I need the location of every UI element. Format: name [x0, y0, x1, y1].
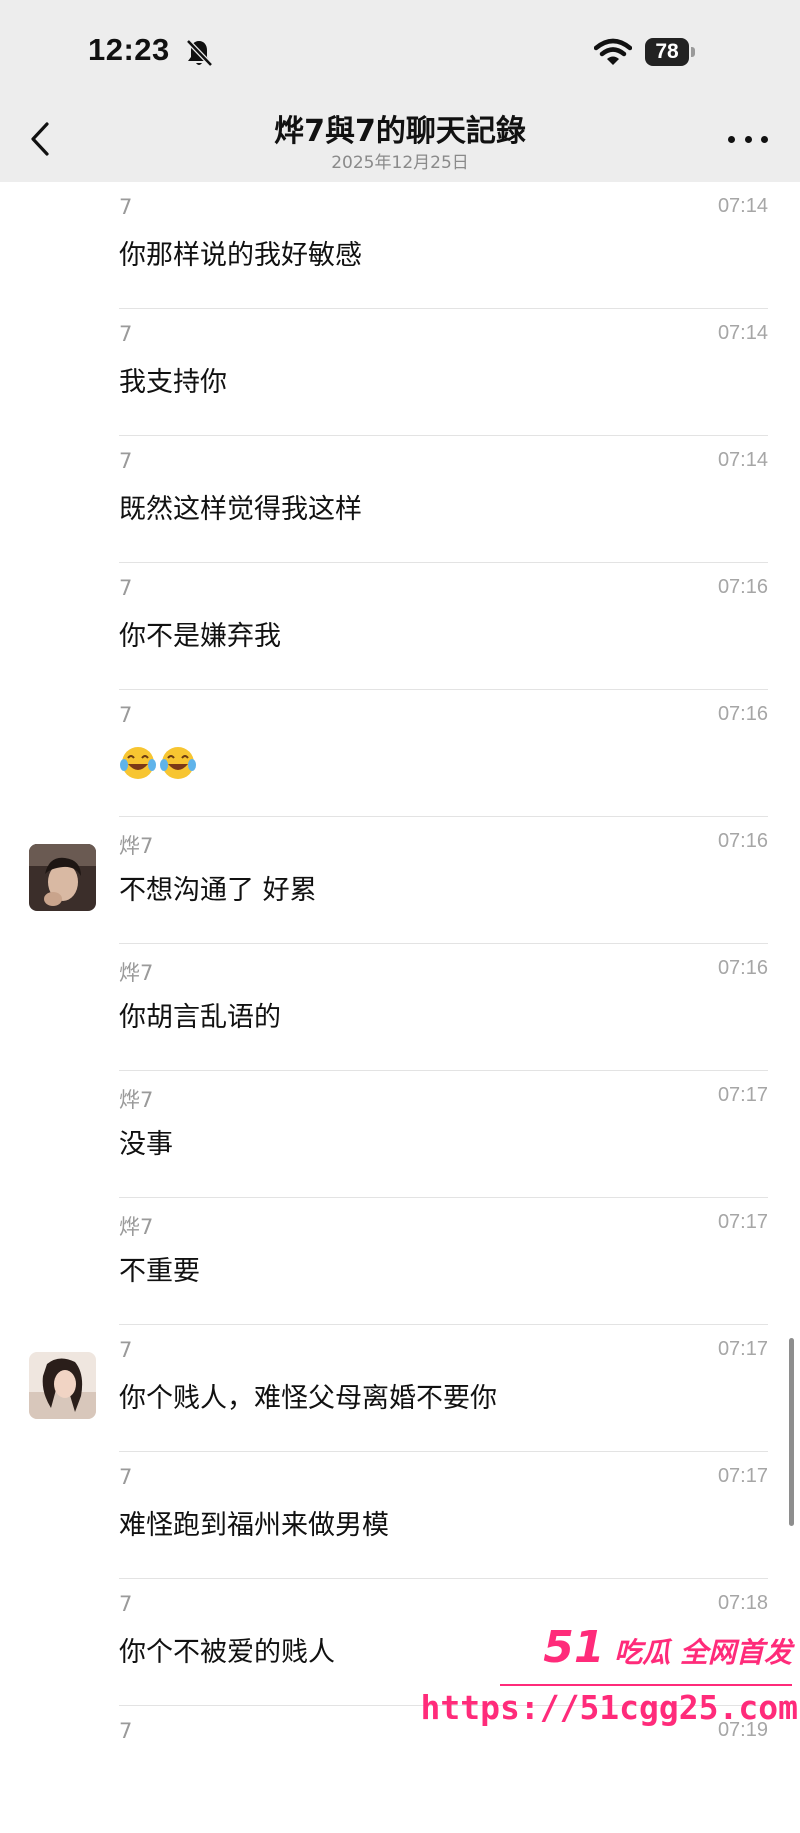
tears-of-joy-emoji — [160, 747, 196, 779]
list-item[interactable]: 7 07:14 我支持你 — [0, 309, 800, 436]
message-text: 既然这样觉得我这样 — [119, 494, 362, 525]
avatar[interactable] — [29, 844, 96, 911]
message-text: 你个贱人，难怪父母离婚不要你 — [119, 1383, 497, 1414]
message-time: 07:14 — [717, 322, 768, 344]
watermark-url: https://51cgg25.com — [420, 1688, 799, 1727]
status-time: 12:23 — [88, 32, 170, 67]
chat-date: 2025年12月25日 — [331, 153, 469, 173]
message-time: 07:16 — [717, 830, 768, 852]
watermark-number: 51 — [543, 1622, 605, 1673]
watermark: 51 吃瓜 全网首发 https://51cgg25.com — [421, 1622, 800, 1735]
more-dot — [728, 135, 735, 143]
watermark-brand: 51 吃瓜 全网首发 — [543, 1622, 792, 1673]
sender-name: 7 — [119, 1338, 133, 1362]
message-time: 07:17 — [717, 1211, 768, 1233]
status-bar: 12:23 78 — [0, 0, 800, 96]
sender-name: 烨7 — [119, 1088, 154, 1112]
watermark-slogan: 吃瓜 全网首发 — [614, 1636, 792, 1669]
message-time: 07:18 — [717, 1592, 768, 1614]
list-item[interactable]: 烨7 07:17 不重要 — [0, 1198, 800, 1325]
page-title: 烨7與7的聊天記錄 — [274, 114, 526, 149]
watermark-line — [500, 1684, 792, 1686]
tears-of-joy-emoji — [120, 747, 156, 779]
more-icon[interactable] — [728, 134, 768, 144]
list-item[interactable]: 7 07:14 你那样说的我好敏感 — [0, 182, 800, 309]
avatar[interactable] — [29, 1352, 96, 1419]
message-text: 不重要 — [119, 1256, 200, 1287]
list-item[interactable]: 烨7 07:16 你胡言乱语的 — [0, 944, 800, 1071]
message-time: 07:14 — [717, 449, 768, 471]
sender-name: 7 — [119, 1719, 133, 1743]
sender-name: 7 — [119, 195, 133, 219]
sender-name: 7 — [119, 1465, 133, 1489]
more-dot — [744, 135, 752, 143]
list-item[interactable]: 烨7 07:16 不想沟通了 好累 — [0, 817, 800, 944]
list-item[interactable]: 7 07:16 — [0, 690, 800, 817]
sender-name: 烨7 — [119, 961, 154, 985]
list-item[interactable]: 7 07:17 难怪跑到福州来做男模 — [0, 1452, 800, 1579]
message-time: 07:16 — [717, 957, 768, 979]
battery-level: 78 — [645, 38, 689, 66]
message-text: 不想沟通了 好累 — [119, 875, 317, 906]
message-text: 你个不被爱的贱人 — [119, 1637, 335, 1668]
message-emoji — [119, 745, 197, 781]
message-text: 你胡言乱语的 — [119, 1002, 281, 1033]
list-item[interactable]: 7 07:14 既然这样觉得我这样 — [0, 436, 800, 563]
message-time: 07:17 — [717, 1338, 768, 1360]
list-item[interactable]: 烨7 07:17 没事 — [0, 1071, 800, 1198]
sender-name: 烨7 — [119, 834, 154, 858]
wifi-icon — [594, 38, 632, 65]
list-item[interactable]: 7 07:17 你个贱人，难怪父母离婚不要你 — [0, 1325, 800, 1452]
message-time: 07:17 — [717, 1465, 768, 1487]
message-time: 07:16 — [717, 703, 768, 725]
sender-name: 烨7 — [119, 1215, 154, 1239]
sender-name: 7 — [119, 703, 133, 727]
nav-bar: 烨7與7的聊天記錄 2025年12月25日 — [0, 96, 800, 182]
avatar-photo — [29, 844, 96, 911]
message-text: 你那样说的我好敏感 — [119, 240, 362, 271]
battery-indicator: 78 — [645, 38, 695, 66]
sender-name: 7 — [119, 1592, 133, 1616]
scrollbar[interactable] — [789, 1338, 794, 1526]
more-dot — [761, 135, 768, 143]
message-text: 你不是嫌弃我 — [119, 621, 281, 652]
message-text: 没事 — [119, 1129, 173, 1160]
list-item[interactable]: 7 07:16 你不是嫌弃我 — [0, 563, 800, 690]
message-time: 07:14 — [717, 195, 768, 217]
sender-name: 7 — [119, 576, 133, 600]
message-text: 我支持你 — [119, 367, 227, 398]
sender-name: 7 — [119, 322, 133, 346]
bell-slash-icon — [186, 39, 213, 67]
sender-name: 7 — [119, 449, 133, 473]
battery-tip — [691, 47, 695, 57]
message-time: 07:17 — [717, 1084, 768, 1106]
message-time: 07:16 — [717, 576, 768, 598]
avatar-photo — [29, 1352, 96, 1419]
message-text: 难怪跑到福州来做男模 — [119, 1510, 389, 1541]
